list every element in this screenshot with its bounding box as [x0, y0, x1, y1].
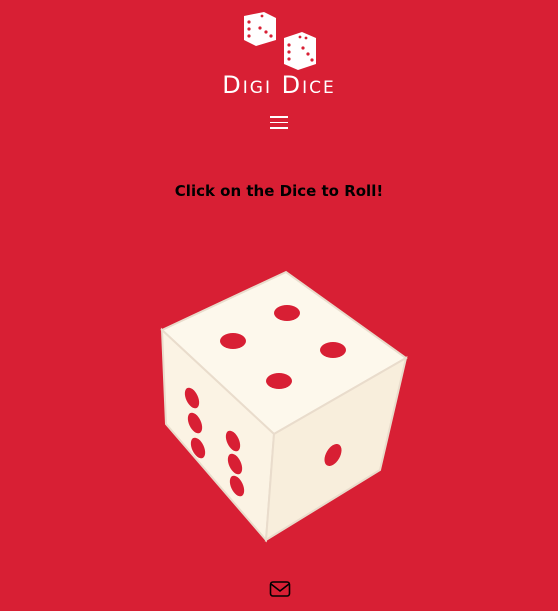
- site-logo-text[interactable]: Digi Dice: [0, 71, 558, 99]
- envelope-icon[interactable]: [269, 580, 291, 598]
- roll-instruction: Click on the Dice to Roll!: [174, 182, 384, 200]
- dice-roll-button[interactable]: [158, 268, 410, 544]
- hamburger-menu-icon[interactable]: [270, 116, 288, 130]
- site-header: Digi Dice: [0, 0, 558, 110]
- dice-pair-icon[interactable]: [240, 10, 320, 74]
